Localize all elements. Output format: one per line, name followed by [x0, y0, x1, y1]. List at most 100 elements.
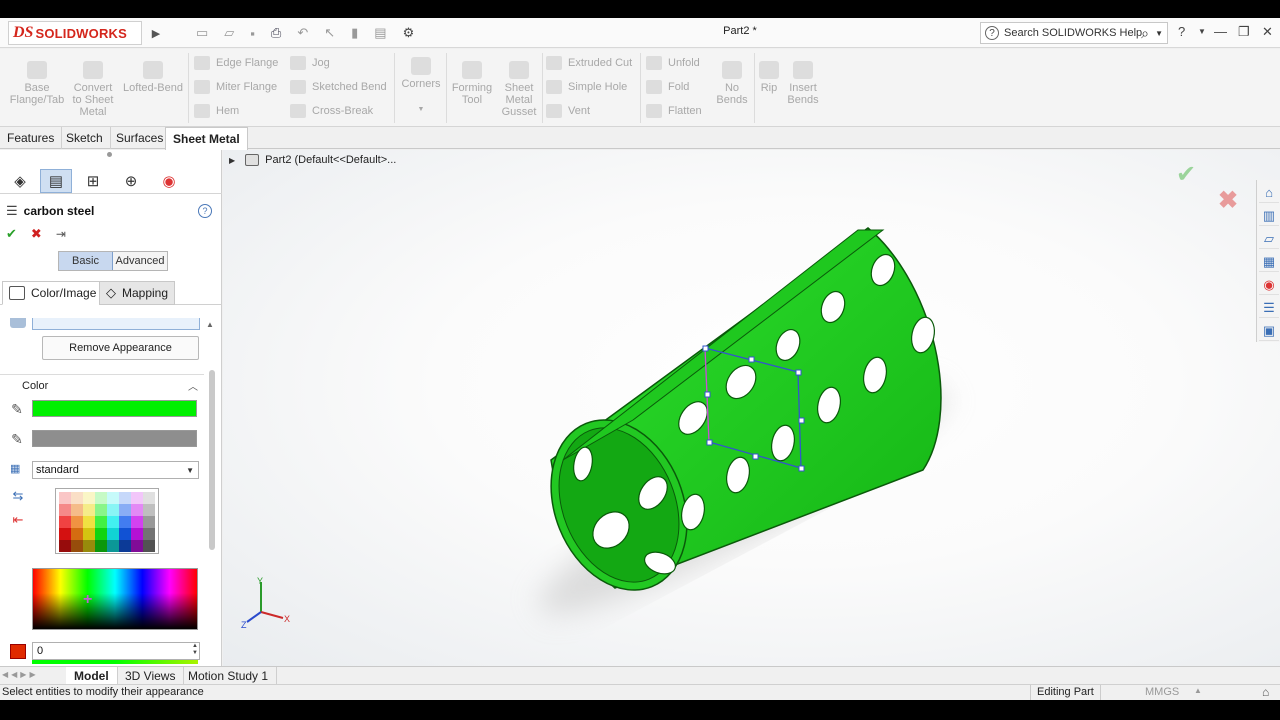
palette-swatch[interactable] [119, 504, 131, 516]
tab-features[interactable]: Features [0, 127, 63, 149]
tab-motion-study-1[interactable]: Motion Study 1 [180, 667, 278, 685]
palette-swatch[interactable] [131, 504, 143, 516]
unfold-button[interactable]: Unfold [646, 53, 700, 73]
tab-scroll-arrows-icon[interactable]: ◀◀▶▶ [2, 670, 39, 679]
help-dropdown-icon[interactable]: ▼ [1198, 27, 1206, 36]
tab-model[interactable]: Model [66, 667, 118, 685]
palette-swatch[interactable] [119, 516, 131, 528]
remove-swatch-icon[interactable]: ⇤ [8, 510, 28, 530]
solidworks-resources-icon[interactable]: ⌂ [1259, 183, 1279, 203]
color-palette-grid[interactable] [55, 488, 159, 554]
pm-scrollbar[interactable]: ▲ [204, 320, 218, 665]
scroll-thumb[interactable] [209, 370, 215, 550]
feature-manager-icon[interactable]: ◈ [4, 169, 36, 193]
convert-to-sheet-metal-button[interactable]: Convert to Sheet Metal [68, 61, 118, 118]
palette-swatch[interactable] [95, 516, 107, 528]
lofted-bend-button[interactable]: Lofted-Bend [120, 61, 186, 94]
undo-icon[interactable]: ↶ [297, 25, 308, 41]
close-icon[interactable]: ✕ [1262, 24, 1273, 40]
flatten-button[interactable]: Flatten [646, 101, 702, 121]
palette-swatch[interactable] [107, 516, 119, 528]
palette-swatch[interactable] [143, 492, 155, 504]
palette-swatch[interactable] [83, 492, 95, 504]
palette-swatch[interactable] [95, 540, 107, 552]
solidworks-logo[interactable]: DS SOLIDWORKS [8, 21, 142, 45]
unit-system[interactable]: MMGS [1145, 686, 1179, 698]
hem-button[interactable]: Hem [194, 101, 239, 121]
options-gear-icon[interactable]: ⚙ [403, 25, 415, 41]
no-bends-button[interactable]: No Bends [712, 61, 752, 106]
palette-swatch[interactable] [119, 492, 131, 504]
rip-button[interactable]: Rip [756, 61, 782, 94]
dimxpert-manager-icon[interactable]: ⊕ [115, 169, 147, 193]
fold-button[interactable]: Fold [646, 77, 689, 97]
value-spinner-icon[interactable]: ▲ ▼ [192, 643, 198, 657]
advanced-mode-button[interactable]: Advanced [113, 252, 167, 270]
palette-swatch[interactable] [59, 540, 71, 552]
palette-swatch[interactable] [107, 540, 119, 552]
palette-swatch[interactable] [83, 528, 95, 540]
corners-button[interactable]: Corners ▼ [398, 57, 444, 116]
palette-swatch[interactable] [131, 516, 143, 528]
pin-icon[interactable]: ⇥ [56, 227, 66, 241]
value-slider[interactable] [32, 660, 198, 664]
palette-swatch[interactable] [59, 492, 71, 504]
help-search-box[interactable]: ? Search SOLIDWORKS Help ⌕ ▼ [980, 22, 1168, 44]
tab-3d-views[interactable]: 3D Views [117, 667, 185, 685]
search-dropdown-icon[interactable]: ▼ [1155, 29, 1163, 38]
status-extra-icon[interactable]: ⌂ [1262, 685, 1269, 699]
palette-swatch[interactable] [59, 516, 71, 528]
tab-mapping[interactable]: ◇ Mapping [99, 281, 176, 305]
palette-swatch[interactable] [95, 504, 107, 516]
palette-swatch[interactable] [71, 516, 83, 528]
add-swatch-icon[interactable]: ⇆ [8, 486, 28, 506]
primary-color-swatch[interactable] [32, 400, 197, 417]
view-palette-icon[interactable]: ▦ [1259, 252, 1279, 272]
palette-swatch[interactable] [119, 528, 131, 540]
scroll-up-icon[interactable]: ▲ [206, 320, 214, 329]
eyedropper-secondary-icon[interactable]: ✎ [8, 430, 26, 448]
minimize-icon[interactable]: — [1214, 24, 1227, 39]
palette-swatch[interactable] [143, 540, 155, 552]
units-up-icon[interactable]: ▲ [1194, 686, 1202, 695]
extruded-cut-button[interactable]: Extruded Cut [546, 53, 632, 73]
palette-swatch[interactable] [131, 540, 143, 552]
custom-properties-icon[interactable]: ☰ [1259, 298, 1279, 318]
search-icon[interactable]: ⌕ [1141, 25, 1149, 42]
palette-swatch[interactable] [131, 528, 143, 540]
display-manager-icon[interactable]: ◉ [153, 169, 185, 193]
palette-swatch[interactable] [107, 492, 119, 504]
open-icon[interactable]: ▱ [224, 25, 234, 41]
rebuild-icon[interactable]: ▮ [351, 25, 358, 41]
sheet-metal-gusset-button[interactable]: Sheet Metal Gusset [498, 61, 540, 118]
appearances-icon[interactable]: ◉ [1259, 275, 1279, 295]
insert-bends-button[interactable]: Insert Bends [784, 61, 822, 106]
palette-swatch[interactable] [107, 528, 119, 540]
palette-swatch[interactable] [143, 528, 155, 540]
help-menu-icon[interactable]: ? [1178, 24, 1185, 39]
solidworks-forum-icon[interactable]: ▣ [1259, 321, 1279, 341]
property-manager-icon[interactable]: ▤ [40, 169, 72, 193]
miter-flange-button[interactable]: Miter Flange [194, 77, 277, 97]
sketched-bend-button[interactable]: Sketched Bend [290, 77, 387, 97]
print-icon[interactable]: ⎙ [271, 25, 281, 41]
palette-swatch[interactable] [95, 528, 107, 540]
selected-entities-list[interactable] [32, 318, 200, 330]
secondary-color-swatch[interactable] [32, 430, 197, 447]
file-explorer-icon[interactable]: ▱ [1259, 229, 1279, 249]
simple-hole-button[interactable]: Simple Hole [546, 77, 627, 97]
palette-dropdown[interactable]: standard ▼ [32, 461, 199, 479]
edge-flange-button[interactable]: Edge Flange [194, 53, 278, 73]
color-spectrum[interactable]: + [32, 568, 198, 630]
tab-surfaces[interactable]: Surfaces [109, 127, 172, 149]
save-icon[interactable]: ▪ [250, 26, 255, 41]
palette-swatch[interactable] [119, 540, 131, 552]
ok-check-icon[interactable]: ✔ [6, 226, 17, 242]
palette-swatch[interactable] [71, 540, 83, 552]
tab-sheet-metal[interactable]: Sheet Metal [165, 127, 248, 150]
select-icon[interactable]: ↖ [324, 25, 335, 41]
tab-color-image[interactable]: Color/Image [2, 281, 104, 305]
palette-swatch[interactable] [59, 528, 71, 540]
color-value-input[interactable] [32, 642, 200, 660]
configuration-manager-icon[interactable]: ⊞ [77, 169, 109, 193]
